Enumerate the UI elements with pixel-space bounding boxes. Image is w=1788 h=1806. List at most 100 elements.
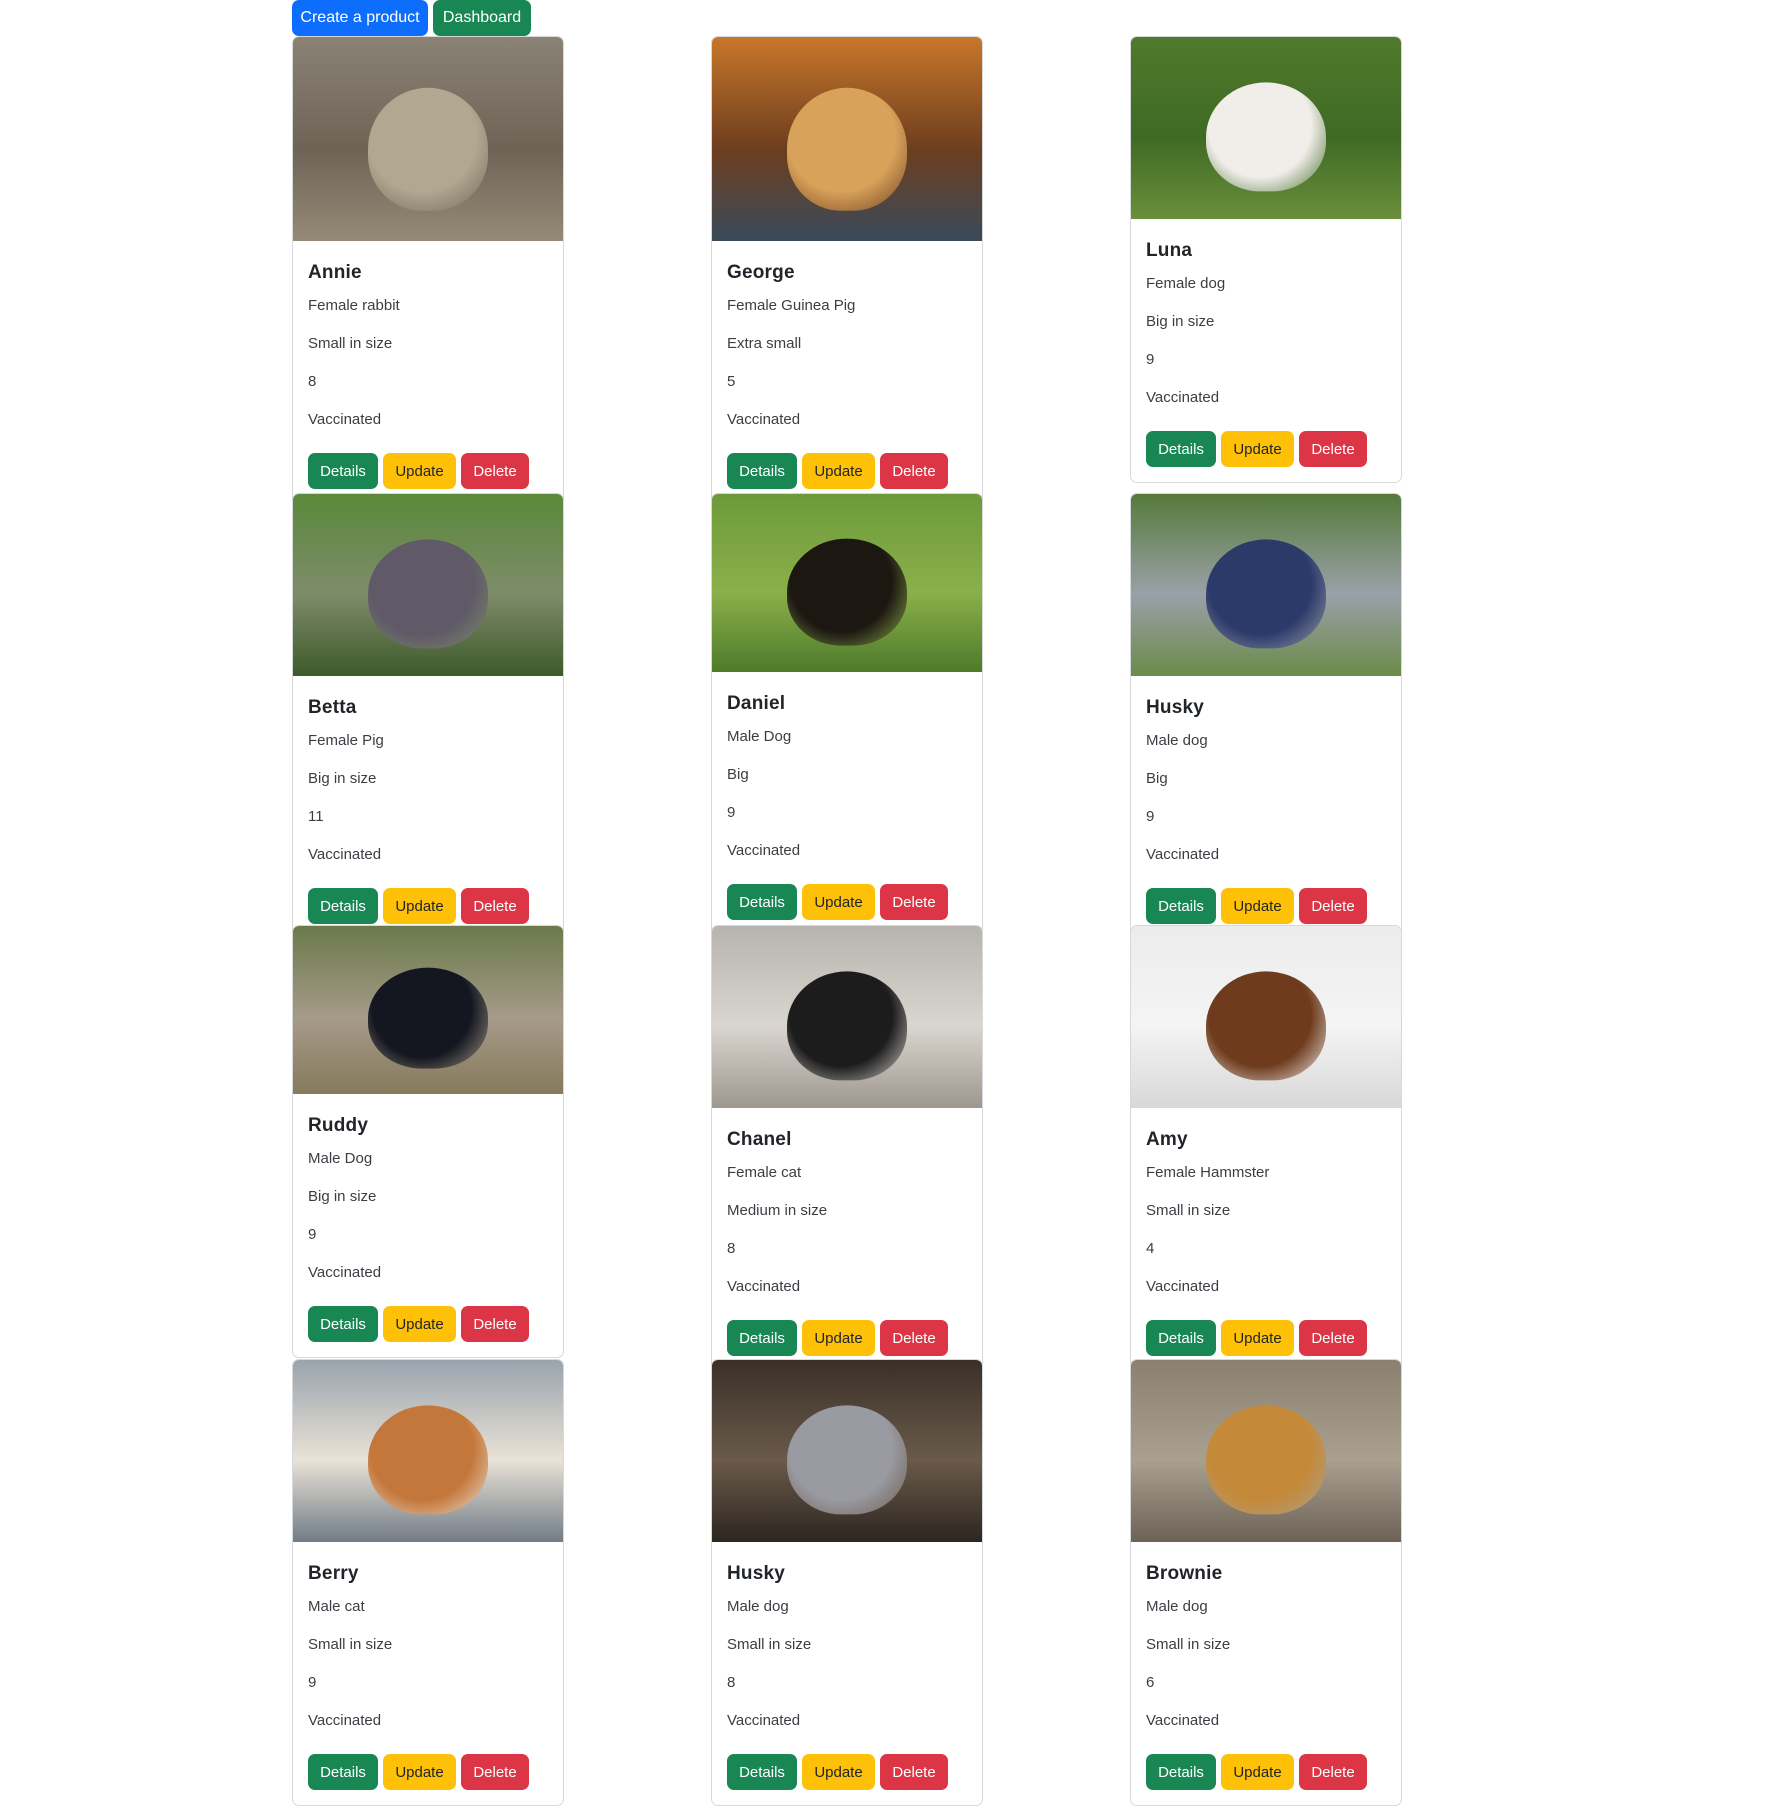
pet-photo	[712, 926, 982, 1108]
details-button[interactable]: Details	[308, 888, 378, 924]
pet-photo-subject	[787, 1405, 907, 1515]
pet-vaccination-status: Vaccinated	[308, 846, 382, 863]
update-button[interactable]: Update	[802, 1320, 875, 1356]
pet-vaccination-status: Vaccinated	[1146, 1712, 1220, 1729]
pet-vaccination-status: Vaccinated	[1146, 846, 1220, 863]
delete-button[interactable]: Delete	[461, 888, 529, 924]
pet-vaccination-status: Vaccinated	[727, 1712, 801, 1729]
pet-card-actions: Details Update Delete	[308, 888, 548, 924]
pet-card-actions: Details Update Delete	[1146, 888, 1386, 924]
update-button[interactable]: Update	[383, 888, 456, 924]
pet-card-body: Chanel Female cat Medium in size 8 Vaccinate…	[712, 1108, 982, 1371]
delete-button[interactable]: Delete	[461, 1754, 529, 1790]
delete-button[interactable]: Delete	[880, 1754, 948, 1790]
pet-vaccination-status: Vaccinated	[727, 411, 801, 428]
delete-button[interactable]: Delete	[1299, 1754, 1367, 1790]
pet-size: Big	[727, 766, 749, 783]
pet-vaccination-status: Vaccinated	[727, 842, 801, 859]
update-button[interactable]: Update	[1221, 431, 1294, 467]
pet-age: 8	[308, 373, 317, 390]
update-button[interactable]: Update	[802, 1754, 875, 1790]
pet-card: Husky Male dog Big 9 Vaccinated Details Update…	[1130, 493, 1402, 940]
pet-card-body: Daniel Male Dog Big 9 Vaccinated Details Updat…	[712, 672, 982, 935]
details-button[interactable]: Details	[1146, 1754, 1216, 1790]
pet-vaccination-status: Vaccinated	[1146, 389, 1220, 406]
delete-button[interactable]: Delete	[880, 884, 948, 920]
pet-photo	[1131, 494, 1401, 676]
pet-card: Amy Female Hammster Small in size 4 Vaccinat…	[1130, 925, 1402, 1372]
pet-gender-species: Female dog	[1146, 275, 1226, 292]
pet-size: Extra small	[727, 335, 802, 352]
update-button[interactable]: Update	[383, 453, 456, 489]
pet-photo	[293, 1360, 563, 1542]
update-button[interactable]: Update	[383, 1754, 456, 1790]
details-button[interactable]: Details	[308, 453, 378, 489]
pet-gender-species: Female Hammster	[1146, 1164, 1270, 1181]
pet-photo	[293, 494, 563, 676]
pet-card: Husky Male dog Small in size 8 Vaccinated Det…	[711, 1359, 983, 1806]
pet-gender-species: Male dog	[1146, 732, 1208, 749]
pet-card-body: Husky Male dog Small in size 8 Vaccinated Det…	[712, 1542, 982, 1805]
pet-age: 6	[1146, 1674, 1155, 1691]
delete-button[interactable]: Delete	[1299, 888, 1367, 924]
pet-card: Chanel Female cat Medium in size 8 Vaccinate…	[711, 925, 983, 1372]
pet-card-body: Berry Male cat Small in size 9 Vaccinated Det…	[293, 1542, 563, 1805]
delete-button[interactable]: Delete	[880, 453, 948, 489]
pet-age: 5	[727, 373, 736, 390]
update-button[interactable]: Update	[1221, 1754, 1294, 1790]
details-button[interactable]: Details	[1146, 888, 1216, 924]
pet-card-body: Brownie Male dog Small in size 6 Vaccinated D…	[1131, 1542, 1401, 1805]
pet-name: Luna	[1146, 240, 1193, 261]
details-button[interactable]: Details	[308, 1754, 378, 1790]
details-button[interactable]: Details	[727, 884, 797, 920]
pet-photo	[712, 37, 982, 241]
update-button[interactable]: Update	[802, 884, 875, 920]
dashboard-button[interactable]: Dashboard	[433, 0, 531, 36]
details-button[interactable]: Details	[727, 1320, 797, 1356]
delete-button[interactable]: Delete	[461, 453, 529, 489]
details-button[interactable]: Details	[727, 1754, 797, 1790]
pet-size: Small in size	[308, 335, 393, 352]
delete-button[interactable]: Delete	[880, 1320, 948, 1356]
pet-name: Berry	[308, 1563, 359, 1584]
pet-photo-subject	[1206, 1405, 1326, 1515]
pet-photo-subject	[368, 1405, 488, 1515]
update-button[interactable]: Update	[383, 1306, 456, 1342]
pet-gender-species: Female Guinea Pig	[727, 297, 856, 314]
pet-name: Betta	[308, 697, 357, 718]
pet-gender-species: Male Dog	[308, 1150, 373, 1167]
pet-gender-species: Male cat	[308, 1598, 365, 1615]
create-product-button[interactable]: Create a product	[292, 0, 428, 36]
update-button[interactable]: Update	[1221, 888, 1294, 924]
pet-photo	[1131, 926, 1401, 1108]
delete-button[interactable]: Delete	[1299, 431, 1367, 467]
pet-photo-subject	[1206, 539, 1326, 649]
pet-vaccination-status: Vaccinated	[308, 411, 382, 428]
update-button[interactable]: Update	[1221, 1320, 1294, 1356]
delete-button[interactable]: Delete	[461, 1306, 529, 1342]
pet-size: Big in size	[308, 770, 377, 787]
details-button[interactable]: Details	[1146, 1320, 1216, 1356]
pet-name: George	[727, 262, 795, 283]
pet-size: Big in size	[308, 1188, 377, 1205]
pet-size: Small in size	[727, 1636, 812, 1653]
pet-vaccination-status: Vaccinated	[308, 1712, 382, 1729]
pet-vaccination-status: Vaccinated	[308, 1264, 382, 1281]
details-button[interactable]: Details	[1146, 431, 1216, 467]
pet-card-actions: Details Update Delete	[727, 1320, 967, 1356]
pet-age: 8	[727, 1240, 736, 1257]
pet-photo	[293, 37, 563, 241]
pet-card-actions: Details Update Delete	[1146, 1320, 1386, 1356]
pet-card-body: Luna Female dog Big in size 9 Vaccinated Deta…	[1131, 219, 1401, 482]
pet-card: Brownie Male dog Small in size 6 Vaccinated D…	[1130, 1359, 1402, 1806]
pet-card: Ruddy Male Dog Big in size 9 Vaccinated Detai…	[292, 925, 564, 1358]
update-button[interactable]: Update	[802, 453, 875, 489]
details-button[interactable]: Details	[727, 453, 797, 489]
details-button[interactable]: Details	[308, 1306, 378, 1342]
delete-button[interactable]: Delete	[1299, 1320, 1367, 1356]
pet-size: Small in size	[1146, 1636, 1231, 1653]
pet-age: 8	[727, 1674, 736, 1691]
pet-photo	[712, 1360, 982, 1542]
pet-photo	[1131, 1360, 1401, 1542]
pet-name: Ruddy	[308, 1115, 369, 1136]
